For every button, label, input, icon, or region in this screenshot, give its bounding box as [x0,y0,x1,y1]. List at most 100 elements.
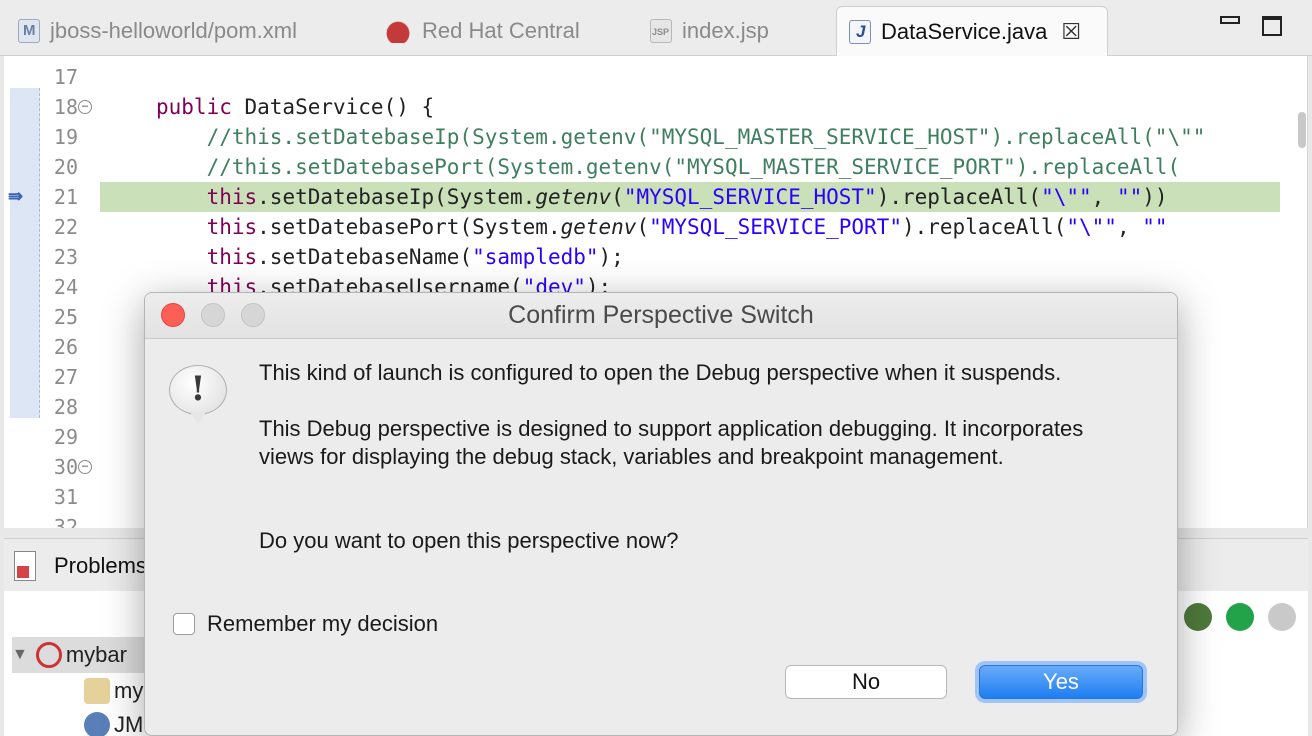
code-line: 23 this.setDatebaseName("sampledb"); [4,242,1307,272]
fold-toggle-icon[interactable]: − [78,460,92,474]
line-number: 23 [53,245,78,269]
tab-problems[interactable]: Problems [54,553,147,579]
tree-item-label: my [114,678,144,703]
tree-item-label: mybar [65,642,127,667]
overview-ruler-mark [1298,112,1306,148]
code-token: "" [1116,185,1143,209]
code-token: getenv [535,185,612,209]
tab-label: jboss-helloworld/pom.xml [50,18,297,43]
code-token: ).replaceAll( [901,215,1067,239]
code-token: .setDatebaseIp(System. [257,185,536,209]
code-line: 18− public DataService() { [4,92,1307,122]
minimize-view-icon[interactable] [1220,16,1240,24]
editor-tab-bar: jboss-helloworld/pom.xml Red Hat Central… [0,0,1312,56]
panel-toolbar [1184,603,1296,631]
line-number: 18 [53,95,78,119]
java-file-icon [849,19,871,44]
confirm-perspective-switch-dialog: Confirm Perspective Switch ! This kind o… [144,292,1178,736]
code-token: //this.setDatebasePort(System.getenv("MY… [156,155,1181,179]
line-number: 26 [53,335,78,359]
tab-red-hat-central[interactable]: Red Hat Central [384,6,580,56]
maximize-view-icon[interactable] [1262,16,1282,36]
remember-decision-label: Remember my decision [207,611,439,636]
fold-toggle-icon[interactable]: − [78,100,92,114]
code-token: ).replaceAll( [876,185,1042,209]
warning-icon: ! [169,365,227,424]
code-line: 22 this.setDatebasePort(System.getenv("M… [4,212,1307,242]
tree-item-label: JM [114,712,144,736]
line-number: 30 [53,455,78,479]
exclamation-glyph: ! [190,369,206,409]
tree-item-project[interactable]: ▼ mybar [12,637,152,673]
line-number: 31 [53,485,78,509]
code-token: getenv [560,215,637,239]
tab-dataservice-java[interactable]: DataService.java ☒ [836,6,1108,56]
code-token: , [1091,185,1117,209]
code-text: this.setDatebaseIp(System.getenv("MYSQL_… [156,182,1168,212]
code-token: ( [636,215,650,239]
code-text: this.setDatebasePort(System.getenv("MYSQ… [156,212,1168,242]
code-text: this.setDatebaseName("sampledb"); [156,242,624,272]
code-token: "MYSQL_SERVICE_PORT" [649,215,902,239]
redhat-icon [384,19,412,43]
debug-icon[interactable] [1184,603,1212,631]
code-line: 19 //this.setDatebaseIp(System.getenv("M… [4,122,1307,152]
tree-item-jar[interactable]: my [84,673,143,709]
close-tab-icon[interactable]: ☒ [1061,19,1081,45]
tab-label: Red Hat Central [422,18,580,43]
code-token: //this.setDatebaseIp(System.getenv("MYSQ… [156,125,1206,149]
jsp-file-icon [650,19,672,43]
expand-twisty-icon[interactable]: ▼ [12,646,28,664]
code-token: , [1116,215,1143,239]
line-number: 28 [53,395,78,419]
code-token: "" [1142,215,1168,239]
code-text: //this.setDatebasePort(System.getenv("MY… [156,152,1181,182]
code-token: this [156,245,258,269]
tree-item-maven[interactable]: JM [84,707,143,736]
tab-pom-xml[interactable]: jboss-helloworld/pom.xml [18,6,297,56]
maven-icon [84,712,110,736]
problems-icon [14,551,36,581]
line-number: 19 [53,125,78,149]
no-button[interactable]: No [785,665,947,699]
code-token: "\"" [1041,185,1092,209]
code-line: 20 //this.setDatebasePort(System.getenv(… [4,152,1307,182]
line-number: 25 [53,305,78,329]
remember-decision-checkbox[interactable] [173,613,195,635]
line-number: 17 [53,65,78,89]
run-icon[interactable] [1226,603,1254,631]
line-number: 32 [53,515,78,528]
remember-decision-row[interactable]: Remember my decision [173,611,438,637]
line-number: 22 [53,215,78,239]
code-token: "MYSQL_SERVICE_HOST" [623,185,877,209]
code-token: ); [598,245,624,269]
line-number: 24 [53,275,78,299]
code-token: this [156,185,258,209]
dialog-title-bar: Confirm Perspective Switch [145,293,1177,339]
tab-label: index.jsp [682,18,769,43]
tab-index-jsp[interactable]: index.jsp [650,6,769,56]
code-token: ( [611,185,624,209]
dialog-message-description: This Debug perspective is designed to su… [259,416,1084,469]
maven-pom-icon [18,19,40,43]
tab-label: DataService.java [881,18,1048,44]
code-line: 21 this.setDatebaseIp(System.getenv("MYS… [4,182,1307,212]
dialog-message-question: Do you want to open this perspective now… [259,528,679,553]
code-token: DataService() { [231,95,435,119]
code-token: .setDatebaseName( [257,245,473,269]
profile-icon[interactable] [1268,603,1296,631]
openshift-project-icon [35,642,62,668]
code-token: public [156,95,232,119]
yes-button[interactable]: Yes [979,665,1143,699]
code-line: 17 [4,62,1307,92]
code-token: )) [1142,185,1168,209]
code-text: public DataService() { [156,92,434,122]
code-token: "\"" [1066,215,1117,239]
dialog-message-launch: This kind of launch is configured to ope… [259,360,1062,385]
line-number: 27 [53,365,78,389]
code-text: //this.setDatebaseIp(System.getenv("MYSQ… [156,122,1206,152]
code-token: .setDatebasePort(System. [257,215,561,239]
jar-icon [84,678,110,704]
line-number: 20 [53,155,78,179]
line-number: 29 [53,425,78,449]
